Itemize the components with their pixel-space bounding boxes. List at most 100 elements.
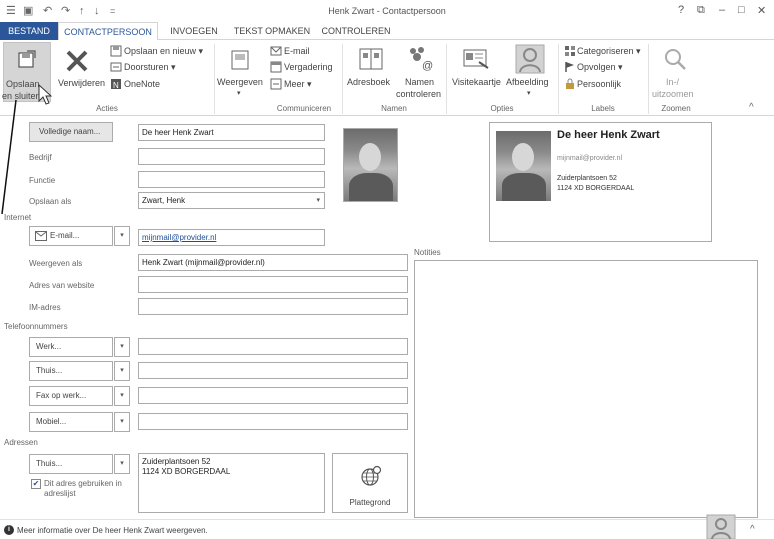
save-close-label-1: Opslaan bbox=[6, 79, 40, 89]
phone-work-dropdown[interactable]: ▾ bbox=[114, 337, 130, 357]
zoom-label-2: uitzoomen bbox=[652, 89, 694, 99]
phone-home-dropdown[interactable]: ▾ bbox=[114, 361, 130, 381]
photo-face bbox=[359, 143, 381, 171]
more-icon bbox=[270, 78, 282, 90]
delete-button[interactable]: Verwijderen bbox=[58, 78, 105, 88]
phone-work-field[interactable] bbox=[138, 338, 408, 355]
followup-button[interactable]: Opvolgen ▾ bbox=[577, 62, 623, 73]
mailing-address-checkbox[interactable]: ✔ bbox=[31, 479, 41, 489]
phone-fax-dropdown[interactable]: ▾ bbox=[114, 386, 130, 406]
jobtitle-label: Functie bbox=[29, 176, 56, 185]
tab-controleren[interactable]: CONTROLEREN bbox=[316, 22, 396, 40]
address-line-1: Zuiderplantsoen 52 bbox=[142, 457, 211, 466]
more-button[interactable]: Meer ▾ bbox=[284, 79, 312, 90]
im-address-field[interactable] bbox=[138, 298, 408, 315]
website-label: Adres van website bbox=[29, 281, 95, 290]
address-textarea[interactable]: Zuiderplantsoen 52 1124 XD BORGERDAAL bbox=[138, 453, 325, 513]
save-close-icon bbox=[18, 50, 36, 68]
business-card-button[interactable]: Visitekaartje bbox=[452, 77, 501, 87]
status-text[interactable]: Meer informatie over De heer Henk Zwart … bbox=[17, 526, 208, 535]
people-pane-avatar[interactable] bbox=[706, 514, 736, 539]
forward-button[interactable]: Doorsturen ▾ bbox=[124, 62, 176, 73]
status-bar: i Meer informatie over De heer Henk Zwar… bbox=[0, 514, 774, 539]
people-pane-toggle[interactable]: ^ bbox=[750, 524, 755, 535]
display-as-label: Weergeven als bbox=[29, 259, 83, 268]
email-icon bbox=[270, 46, 282, 56]
fullname-button[interactable]: Volledige naam... bbox=[29, 122, 113, 142]
phone-mobile-field[interactable] bbox=[138, 413, 408, 430]
contact-photo[interactable] bbox=[343, 128, 398, 202]
private-button[interactable]: Persoonlijk bbox=[577, 79, 621, 89]
ribbon-display-options-icon[interactable]: ⧉ bbox=[697, 4, 705, 17]
company-field[interactable] bbox=[138, 148, 325, 165]
card-name: De heer Henk Zwart bbox=[557, 129, 660, 141]
photo-body bbox=[349, 173, 393, 201]
email-button[interactable]: E-mail bbox=[284, 46, 310, 56]
phone-work-button[interactable]: Werk... bbox=[29, 337, 113, 357]
phone-home-button[interactable]: Thuis... bbox=[29, 361, 113, 381]
email-type-button[interactable]: E-mail... bbox=[29, 226, 113, 246]
card-email: mijnmail@provider.nl bbox=[557, 155, 623, 162]
svg-text:@: @ bbox=[422, 60, 433, 71]
address-type-button[interactable]: Thuis... bbox=[29, 454, 113, 474]
tab-contactpersoon[interactable]: CONTACTPERSOON bbox=[58, 22, 158, 41]
card-photo-body bbox=[502, 173, 546, 201]
im-address-label: IM-adres bbox=[29, 303, 61, 312]
onenote-button[interactable]: OneNote bbox=[124, 79, 160, 89]
svg-text:N: N bbox=[113, 81, 119, 90]
categorize-icon bbox=[565, 46, 575, 56]
card-photo bbox=[496, 131, 551, 201]
info-icon: i bbox=[4, 525, 14, 535]
email-field[interactable]: mijnmail@provider.nl bbox=[138, 229, 325, 246]
display-as-field[interactable]: Henk Zwart (mijnmail@provider.nl) bbox=[138, 254, 408, 271]
phone-fax-button[interactable]: Fax op werk... bbox=[29, 386, 113, 406]
save-new-button[interactable]: Opslaan en nieuw ▾ bbox=[124, 46, 203, 57]
tab-tekst-opmaken[interactable]: TEKST OPMAKEN bbox=[228, 22, 316, 40]
map-button[interactable]: Plattegrond bbox=[332, 453, 408, 513]
fileas-label: Opslaan als bbox=[29, 197, 72, 206]
mailing-address-label-2: adreslijst bbox=[44, 489, 76, 498]
email-type-dropdown[interactable]: ▾ bbox=[114, 226, 130, 246]
phone-home-field[interactable] bbox=[138, 362, 408, 379]
ribbon-separator bbox=[446, 44, 447, 114]
fileas-value: Zwart, Henk bbox=[142, 196, 186, 205]
addressbook-button[interactable]: Adresboek bbox=[347, 77, 390, 87]
business-card-preview[interactable]: De heer Henk Zwart mijnmail@provider.nl … bbox=[489, 122, 712, 242]
map-label: Plattegrond bbox=[349, 498, 391, 507]
group-label-namen: Namen bbox=[381, 104, 407, 113]
notes-label: Notities bbox=[414, 248, 441, 257]
phone-mobile-button[interactable]: Mobiel... bbox=[29, 412, 113, 432]
check-names-label-2[interactable]: controleren bbox=[396, 89, 441, 99]
check-names-label-1[interactable]: Namen bbox=[405, 77, 434, 87]
address-type-dropdown[interactable]: ▾ bbox=[114, 454, 130, 474]
picture-dropdown-arrow[interactable]: ▾ bbox=[527, 89, 531, 97]
meeting-button[interactable]: Vergadering bbox=[284, 62, 333, 72]
phone-fax-field[interactable] bbox=[138, 387, 408, 404]
fileas-dropdown-arrow[interactable]: ▾ bbox=[316, 193, 320, 208]
views-dropdown-arrow[interactable]: ▾ bbox=[237, 89, 241, 97]
notes-textarea[interactable] bbox=[414, 260, 758, 518]
save-new-icon bbox=[110, 45, 122, 57]
window-title: Henk Zwart - Contactpersoon bbox=[328, 6, 446, 16]
onenote-icon: N bbox=[111, 79, 121, 90]
tab-bestand[interactable]: BESTAND bbox=[0, 22, 58, 40]
fullname-field[interactable]: De heer Henk Zwart bbox=[138, 124, 325, 141]
close-button[interactable]: ✕ bbox=[757, 4, 766, 17]
minimize-button[interactable]: – bbox=[719, 4, 725, 16]
fileas-select[interactable]: Zwart, Henk ▾ bbox=[138, 192, 325, 209]
jobtitle-field[interactable] bbox=[138, 171, 325, 188]
tab-invoegen[interactable]: INVOEGEN bbox=[160, 22, 228, 40]
ribbon-tabs: BESTAND CONTACTPERSOON INVOEGEN TEKST OP… bbox=[0, 22, 774, 41]
picture-button[interactable]: Afbeelding bbox=[506, 77, 549, 87]
company-label: Bedrijf bbox=[29, 153, 52, 162]
followup-flag-icon bbox=[565, 62, 574, 72]
categorize-button[interactable]: Categoriseren ▾ bbox=[577, 46, 641, 57]
phone-mobile-dropdown[interactable]: ▾ bbox=[114, 412, 130, 432]
views-button[interactable]: Weergeven bbox=[217, 77, 263, 87]
collapse-ribbon-button[interactable]: ^ bbox=[749, 102, 754, 113]
help-button[interactable]: ? bbox=[678, 4, 684, 16]
card-street: Zuiderplantsoen 52 bbox=[557, 175, 617, 182]
website-field[interactable] bbox=[138, 276, 408, 293]
maximize-button[interactable]: □ bbox=[738, 4, 745, 16]
private-lock-icon bbox=[566, 78, 574, 89]
